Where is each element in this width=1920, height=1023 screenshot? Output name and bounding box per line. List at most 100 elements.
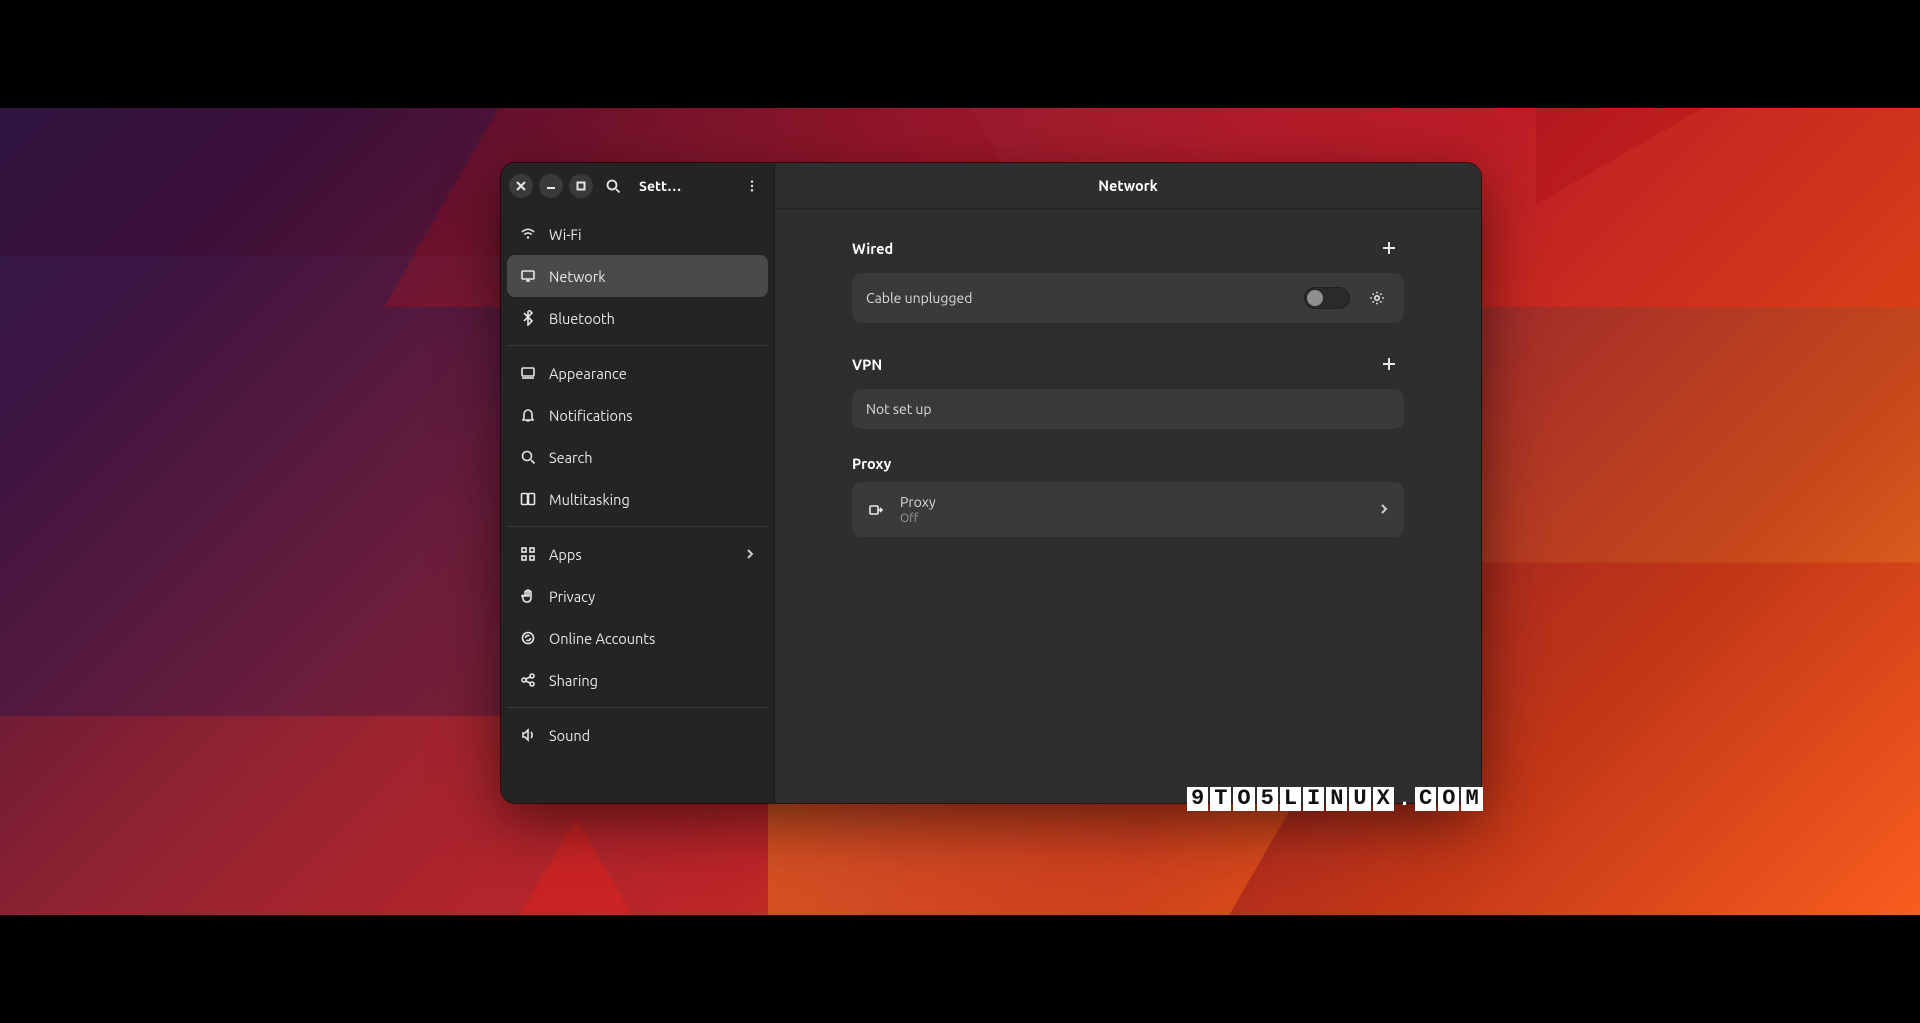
speaker-icon — [519, 726, 537, 744]
wired-status: Cable unplugged — [866, 290, 1304, 306]
search-icon — [605, 178, 621, 194]
section-proxy: Proxy Proxy Off — [852, 455, 1404, 537]
sidebar-item-apps[interactable]: Apps — [507, 533, 768, 575]
proxy-row[interactable]: Proxy Off — [852, 482, 1404, 537]
display-icon — [519, 267, 537, 285]
wifi-icon — [519, 225, 537, 243]
watermark-char: 9 — [1187, 787, 1208, 811]
cloud-sync-icon — [519, 629, 537, 647]
appearance-icon — [519, 364, 537, 382]
sidebar-item-label: Apps — [549, 546, 732, 563]
wired-add-button[interactable] — [1374, 233, 1404, 263]
proxy-globe-icon — [868, 502, 884, 518]
sidebar-separator — [507, 707, 768, 708]
watermark-char: T — [1210, 787, 1231, 811]
sidebar-item-label: Network — [549, 268, 756, 285]
sidebar-item-label: Online Accounts — [549, 630, 756, 647]
sidebar-item-appearance[interactable]: Appearance — [507, 352, 768, 394]
multitask-icon — [519, 490, 537, 508]
gear-icon — [1369, 290, 1385, 306]
sidebar-item-privacy[interactable]: Privacy — [507, 575, 768, 617]
watermark-char: L — [1280, 787, 1301, 811]
sidebar-item-label: Notifications — [549, 407, 756, 424]
wired-title: Wired — [852, 240, 893, 257]
sidebar-separator — [507, 345, 768, 346]
section-head-vpn: VPN — [852, 349, 1404, 379]
sidebar-menu-button[interactable] — [738, 172, 766, 200]
main-pane: Network Wired Cable unplugged — [775, 163, 1481, 803]
share-icon — [519, 671, 537, 689]
chevron-right-icon — [744, 546, 756, 563]
plus-icon — [1382, 241, 1396, 255]
sidebar-separator — [507, 526, 768, 527]
hand-icon — [519, 587, 537, 605]
sidebar: Sett… Wi-Fi Network Bluetooth Appearance Not… — [501, 163, 775, 803]
section-head-proxy: Proxy — [852, 455, 1404, 472]
sidebar-item-bluetooth[interactable]: Bluetooth — [507, 297, 768, 339]
watermark-char: X — [1373, 787, 1394, 811]
section-wired: Wired Cable unplugged — [852, 233, 1404, 323]
proxy-row-title: Proxy — [900, 494, 1378, 510]
search-icon — [519, 448, 537, 466]
main-header: Network — [775, 163, 1481, 209]
sidebar-item-wifi[interactable]: Wi-Fi — [507, 213, 768, 255]
close-icon — [516, 181, 526, 191]
sidebar-item-online-accounts[interactable]: Online Accounts — [507, 617, 768, 659]
watermark-char: O — [1438, 787, 1459, 811]
kebab-menu-icon — [745, 179, 759, 193]
window-close-button[interactable] — [509, 174, 533, 198]
watermark-char: M — [1461, 787, 1482, 811]
sidebar-item-notifications[interactable]: Notifications — [507, 394, 768, 436]
sidebar-item-label: Privacy — [549, 588, 756, 605]
sidebar-title: Sett… — [633, 178, 732, 194]
sidebar-item-label: Sound — [549, 727, 756, 744]
sidebar-item-sharing[interactable]: Sharing — [507, 659, 768, 701]
apps-icon — [519, 545, 537, 563]
proxy-row-text: Proxy Off — [900, 494, 1378, 525]
sidebar-item-multitasking[interactable]: Multitasking — [507, 478, 768, 520]
sidebar-item-label: Appearance — [549, 365, 756, 382]
sidebar-search-button[interactable] — [599, 172, 627, 200]
letterbox-top — [0, 0, 1920, 108]
watermark-char: 5 — [1257, 787, 1278, 811]
maximize-icon — [576, 181, 586, 191]
sidebar-item-label: Sharing — [549, 672, 756, 689]
settings-window: Sett… Wi-Fi Network Bluetooth Appearance Not… — [501, 163, 1481, 803]
watermark-char: . — [1396, 789, 1413, 811]
sidebar-item-label: Search — [549, 449, 756, 466]
sidebar-header: Sett… — [501, 163, 774, 209]
vpn-add-button[interactable] — [1374, 349, 1404, 379]
watermark-char: N — [1326, 787, 1347, 811]
window-maximize-button[interactable] — [569, 174, 593, 198]
section-head-wired: Wired — [852, 233, 1404, 263]
watermark-char: O — [1233, 787, 1254, 811]
sidebar-item-label: Bluetooth — [549, 310, 756, 327]
wired-row: Cable unplugged — [852, 273, 1404, 323]
watermark-char: U — [1349, 787, 1370, 811]
wired-settings-button[interactable] — [1364, 285, 1390, 311]
sidebar-item-label: Multitasking — [549, 491, 756, 508]
window-minimize-button[interactable] — [539, 174, 563, 198]
sidebar-item-network[interactable]: Network — [507, 255, 768, 297]
bluetooth-icon — [519, 309, 537, 327]
proxy-icon — [866, 500, 886, 520]
chevron-right-icon — [1378, 503, 1390, 515]
sidebar-item-sound[interactable]: Sound — [507, 714, 768, 756]
section-vpn: VPN Not set up — [852, 349, 1404, 429]
letterbox-bottom — [0, 915, 1920, 1023]
sidebar-item-search[interactable]: Search — [507, 436, 768, 478]
wired-toggle[interactable] — [1304, 287, 1350, 309]
watermark-char: I — [1303, 787, 1324, 811]
watermark-char: C — [1415, 787, 1436, 811]
bell-icon — [519, 406, 537, 424]
plus-icon — [1382, 357, 1396, 371]
main-body: Wired Cable unplugged VPN — [775, 209, 1481, 803]
minimize-icon — [546, 181, 556, 191]
proxy-row-status: Off — [900, 512, 1378, 525]
proxy-chevron — [1378, 502, 1390, 518]
vpn-status: Not set up — [866, 401, 1390, 417]
sidebar-list: Wi-Fi Network Bluetooth Appearance Notificat… — [501, 209, 774, 760]
watermark: 9TO5LINUX.COM — [1187, 787, 1483, 811]
page-title: Network — [1098, 177, 1158, 194]
sidebar-item-label: Wi-Fi — [549, 226, 756, 243]
